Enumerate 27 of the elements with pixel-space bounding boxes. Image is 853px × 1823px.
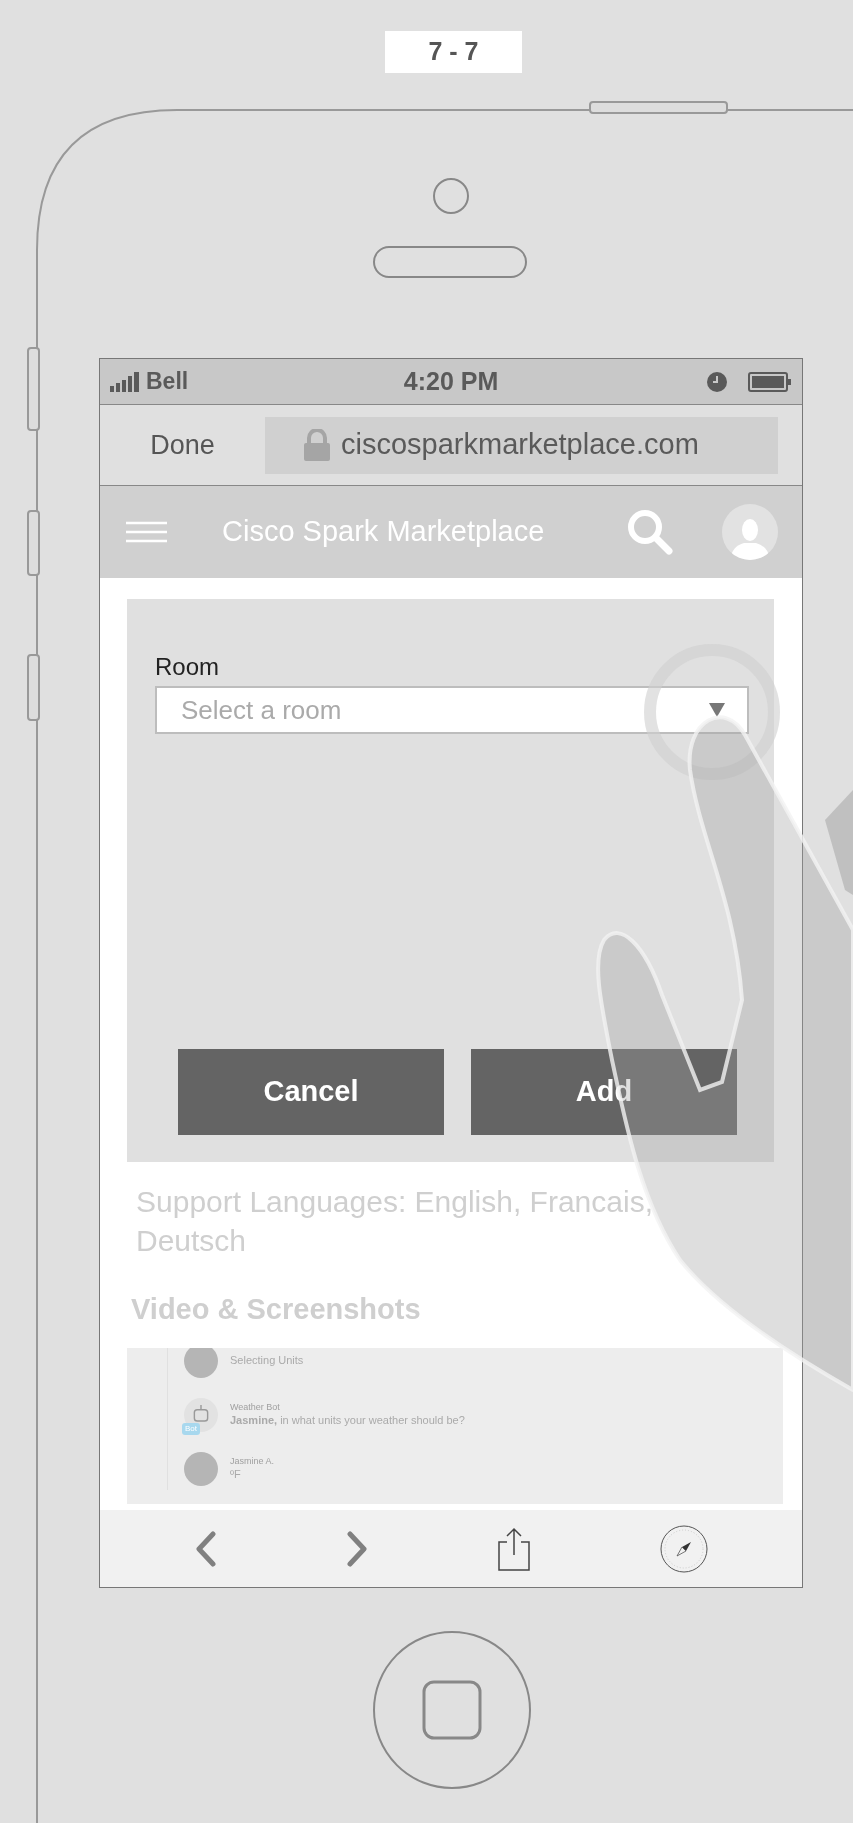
- page-label: 7 - 7: [385, 31, 522, 73]
- compass-icon[interactable]: [659, 1524, 708, 1573]
- share-icon[interactable]: [496, 1526, 531, 1571]
- done-button[interactable]: Done: [100, 424, 265, 466]
- cancel-button[interactable]: Cancel: [178, 1049, 444, 1135]
- user-avatar: [184, 1347, 218, 1378]
- user-avatar: [184, 1451, 218, 1486]
- battery-icon: [748, 370, 792, 393]
- status-time: 4:20 PM: [402, 365, 500, 397]
- field-label: Room: [155, 654, 221, 681]
- message-sender: Weather Bot: [230, 1401, 281, 1413]
- home-button[interactable]: [373, 1631, 531, 1789]
- message-text: Jasmine, in what units your weather should be?: [230, 1412, 465, 1428]
- lock-icon: [303, 429, 331, 461]
- message-text: ºF: [230, 1466, 242, 1482]
- robot-icon: [192, 1403, 210, 1422]
- back-icon[interactable]: [194, 1530, 217, 1567]
- url-field[interactable]: ciscosparkmarketplace.com: [265, 416, 778, 474]
- alarm-clock-icon: [706, 370, 728, 393]
- forward-icon[interactable]: [345, 1530, 368, 1567]
- message-text: Selecting Units: [230, 1353, 304, 1368]
- message-sender: Jasmine A.: [230, 1455, 275, 1467]
- signal-icon: [110, 371, 140, 392]
- dropdown-caret-icon: [709, 703, 725, 718]
- front-camera-icon: [433, 178, 469, 214]
- carrier-name: Bell: [146, 367, 189, 397]
- bot-tag: Bot: [182, 1422, 200, 1435]
